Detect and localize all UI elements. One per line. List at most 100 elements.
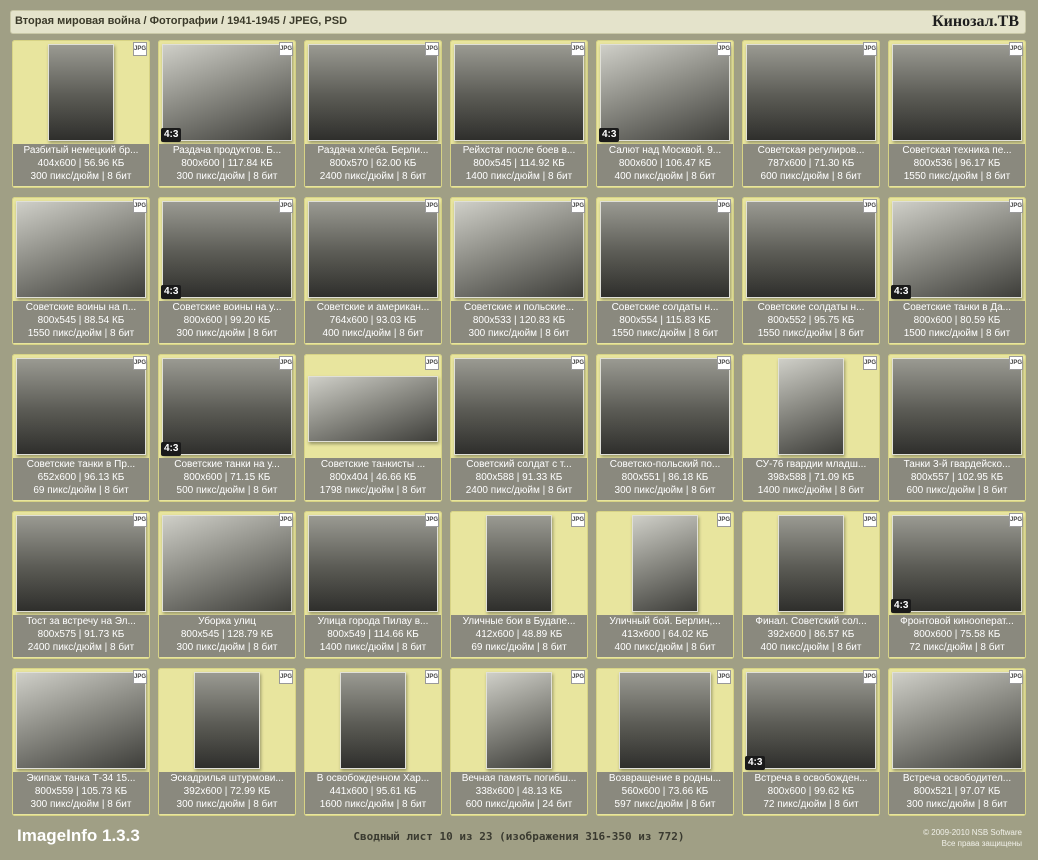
thumbnail-image[interactable]	[48, 44, 114, 141]
thumbnail-card[interactable]: JPG 4:3 Салют над Москвой. 9... 800x600 | 1…	[596, 40, 734, 188]
thumbnail-caption: Советские и польские... 800x533 | 120.83 …	[451, 301, 587, 343]
thumbnail-card[interactable]: JPG Уличные бои в Будапе... 412x600 | 48.8…	[450, 511, 588, 659]
thumbnail-card[interactable]: JPG 4:3 Фронтовой кинооперат... 800x600 | 7…	[888, 511, 1026, 659]
caption-dims: 441x600 | 95.61 КБ	[329, 786, 417, 797]
photo-placeholder	[455, 359, 583, 454]
caption-title: Советские воины на п...	[25, 302, 137, 313]
thumbnail-image[interactable]	[746, 672, 876, 769]
caption-dims: 338x600 | 48.13 КБ	[475, 786, 563, 797]
thumbnail-card[interactable]: JPG Вечная память погибш... 338x600 | 48.1…	[450, 668, 588, 816]
thumbnail-card[interactable]: JPG Тост за встречу на Эл... 800x575 | 91.…	[12, 511, 150, 659]
thumbnail-image[interactable]	[619, 672, 711, 769]
thumbnail-card[interactable]: JPG Танки 3-й гвардейско... 800x557 | 102.…	[888, 354, 1026, 502]
caption-title: Фронтовой кинооперат...	[900, 616, 1014, 627]
caption-dims: 800x552 | 95.75 КБ	[767, 315, 855, 326]
caption-title: Советские солдаты н...	[757, 302, 865, 313]
thumbnail-card[interactable]: JPG Советский солдат с т... 800x588 | 91.3…	[450, 354, 588, 502]
thumbnail-card[interactable]: JPG Финал. Советский сол... 392x600 | 86.5…	[742, 511, 880, 659]
thumbnail-image[interactable]	[454, 44, 584, 141]
thumbnail-image[interactable]	[778, 515, 844, 612]
thumbnail-caption: Тост за встречу на Эл... 800x575 | 91.73 …	[13, 615, 149, 657]
thumbnail-card[interactable]: JPG СУ-76 гвардии младш... 398x588 | 71.09…	[742, 354, 880, 502]
thumbnail-image[interactable]	[746, 201, 876, 298]
thumbnail-image[interactable]	[454, 201, 584, 298]
photo-placeholder	[747, 673, 875, 768]
photo-placeholder	[893, 359, 1021, 454]
thumbnail-caption: Уборка улиц 800x545 | 128.79 КБ 300 пикс/д…	[159, 615, 295, 657]
photo-placeholder	[163, 359, 291, 454]
caption-res: 69 пикс/дюйм | 8 бит	[471, 642, 567, 653]
thumbnail-card[interactable]: JPG Советские и польские... 800x533 | 120.…	[450, 197, 588, 345]
copyright-line-2: Все права защищены	[941, 839, 1022, 848]
caption-dims: 392x600 | 72.99 КБ	[183, 786, 271, 797]
thumbnail-image[interactable]	[194, 672, 260, 769]
thumbnail-card[interactable]: JPG 4:3 Советские воины на у... 800x600 | 9…	[158, 197, 296, 345]
thumbnail-card[interactable]: JPG Уличный бой. Берлин,... 413x600 | 64.0…	[596, 511, 734, 659]
thumbnail-image[interactable]	[16, 201, 146, 298]
thumbnail-card[interactable]: JPG Советско-польский по... 800x551 | 86.1…	[596, 354, 734, 502]
caption-res: 1400 пикс/дюйм | 8 бит	[319, 642, 427, 653]
thumbnail-image[interactable]	[486, 515, 552, 612]
thumbnail-image[interactable]	[340, 672, 406, 769]
thumbnail-image[interactable]	[162, 44, 292, 141]
thumbnail-grid: JPG Разбитый немецкий бр... 404x600 | 56.9…	[12, 40, 1026, 818]
thumbnail-image[interactable]	[892, 515, 1022, 612]
thumbnail-card[interactable]: JPG Советские солдаты н... 800x552 | 95.75…	[742, 197, 880, 345]
thumbnail-card[interactable]: JPG Экипаж танка Т-34 15... 800x559 | 105.…	[12, 668, 150, 816]
thumbnail-image[interactable]	[892, 201, 1022, 298]
thumbnail-card[interactable]: JPG Встреча освободител... 800x521 | 97.07…	[888, 668, 1026, 816]
thumbnail-image[interactable]	[746, 44, 876, 141]
thumbnail-image[interactable]	[892, 672, 1022, 769]
thumbnail-image[interactable]	[600, 358, 730, 455]
thumbnail-image[interactable]	[162, 358, 292, 455]
thumbnail-card[interactable]: JPG Возвращение в родны... 560x600 | 73.66…	[596, 668, 734, 816]
thumbnail-image[interactable]	[892, 358, 1022, 455]
thumbnail-image[interactable]	[454, 358, 584, 455]
thumbnail-image[interactable]	[16, 672, 146, 769]
caption-title: Экипаж танка Т-34 15...	[26, 773, 136, 784]
thumbnail-image[interactable]	[162, 515, 292, 612]
caption-res: 300 пикс/дюйм | 8 бит	[906, 799, 1008, 810]
thumbnail-card[interactable]: JPG Советские и американ... 764x600 | 93.0…	[304, 197, 442, 345]
aspect-ratio-badge: 4:3	[161, 128, 182, 142]
thumbnail-card[interactable]: JPG 4:3 Советские танки в Да... 800x600 | 8…	[888, 197, 1026, 345]
thumbnail-image[interactable]	[16, 358, 146, 455]
thumbnail-card[interactable]: JPG Разбитый немецкий бр... 404x600 | 56.9…	[12, 40, 150, 188]
thumbnail-image[interactable]	[892, 44, 1022, 141]
thumbnail-image[interactable]	[778, 358, 844, 455]
thumbnail-image[interactable]	[16, 515, 146, 612]
thumbnail-card[interactable]: JPG В освобожденном Хар... 441x600 | 95.61…	[304, 668, 442, 816]
photo-placeholder	[601, 202, 729, 297]
thumbnail-card[interactable]: JPG Рейхстаг после боев в... 800x545 | 114…	[450, 40, 588, 188]
thumbnail-card[interactable]: JPG 4:3 Советские танки на у... 800x600 | 7…	[158, 354, 296, 502]
caption-dims: 800x588 | 91.33 КБ	[475, 472, 563, 483]
thumbnail-caption: Салют над Москвой. 9... 800x600 | 106.47 …	[597, 144, 733, 186]
thumbnail-caption: Советские воины на п... 800x545 | 88.54 К…	[13, 301, 149, 343]
thumbnail-card[interactable]: JPG Советские танкисты ... 800x404 | 46.66…	[304, 354, 442, 502]
thumbnail-card[interactable]: JPG 4:3 Встреча в освобожден... 800x600 | 9…	[742, 668, 880, 816]
thumbnail-card[interactable]: JPG Советские солдаты н... 800x554 | 115.8…	[596, 197, 734, 345]
thumbnail-caption: Советские танки в Пр... 652x600 | 96.13 К…	[13, 458, 149, 500]
thumbnail-image[interactable]	[486, 672, 552, 769]
thumbnail-card[interactable]: JPG Эскадрилья штурмови... 392x600 | 72.99…	[158, 668, 296, 816]
thumbnail-image[interactable]	[600, 44, 730, 141]
thumbnail-caption: Советский солдат с т... 800x588 | 91.33 К…	[451, 458, 587, 500]
thumbnail-card[interactable]: JPG Советские воины на п... 800x545 | 88.5…	[12, 197, 150, 345]
thumbnail-image[interactable]	[308, 44, 438, 141]
thumbnail-card[interactable]: JPG Советская техника пе... 800x536 | 96.1…	[888, 40, 1026, 188]
thumbnail-card[interactable]: JPG Улица города Пилау в... 800x549 | 114.…	[304, 511, 442, 659]
photo-placeholder	[893, 202, 1021, 297]
thumbnail-card[interactable]: JPG 4:3 Раздача продуктов. Б... 800x600 | 1…	[158, 40, 296, 188]
caption-title: Танки 3-й гвардейско...	[903, 459, 1011, 470]
thumbnail-card[interactable]: JPG Раздача хлеба. Берли... 800x570 | 62.0…	[304, 40, 442, 188]
thumbnail-card[interactable]: JPG Советская регулиров... 787x600 | 71.30…	[742, 40, 880, 188]
thumbnail-image[interactable]	[308, 515, 438, 612]
thumbnail-image[interactable]	[162, 201, 292, 298]
thumbnail-card[interactable]: JPG Уборка улиц 800x545 | 128.79 КБ 300 пик…	[158, 511, 296, 659]
jpg-file-icon: JPG	[279, 513, 293, 527]
thumbnail-image[interactable]	[308, 201, 438, 298]
thumbnail-image[interactable]	[600, 201, 730, 298]
thumbnail-image[interactable]	[308, 376, 438, 442]
thumbnail-image[interactable]	[632, 515, 698, 612]
thumbnail-card[interactable]: JPG Советские танки в Пр... 652x600 | 96.1…	[12, 354, 150, 502]
